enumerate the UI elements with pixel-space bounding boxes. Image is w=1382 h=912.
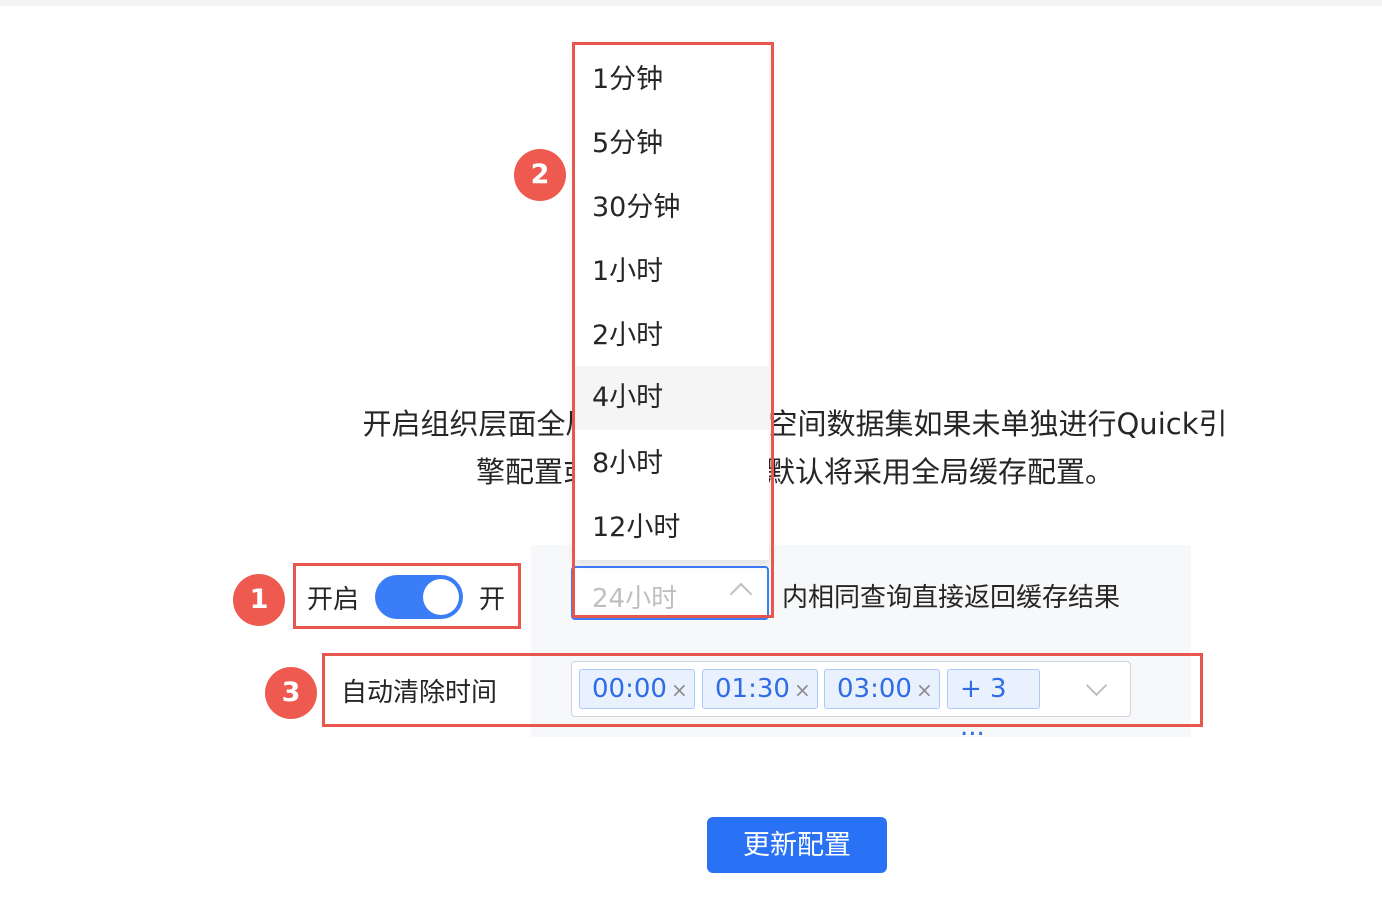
cache-duration-suffix: 内相同查询直接返回缓存结果 bbox=[782, 583, 1121, 613]
description-line-1: 开启组织层面全局缓存后，工作空间数据集如果未单独进行Quick引 bbox=[362, 407, 1228, 441]
cache-duration-value: 24小时 bbox=[592, 584, 678, 614]
time-tag-label: 01:30 bbox=[715, 674, 790, 704]
cache-duration-dropdown: 1分钟 5分钟 30分钟 1小时 2小时 4小时 8小时 12小时 bbox=[575, 45, 769, 560]
more-tags-counter[interactable]: + 3 ... bbox=[947, 669, 1040, 742]
dropdown-option-12h[interactable]: 12小时 bbox=[575, 496, 769, 560]
cache-switch-state: 开 bbox=[479, 584, 506, 615]
cache-toggle[interactable] bbox=[375, 575, 464, 619]
dropdown-option-4h[interactable]: 4小时 bbox=[575, 366, 769, 430]
dropdown-option-2h[interactable]: 2小时 bbox=[575, 304, 769, 368]
dropdown-option-8h[interactable]: 8小时 bbox=[575, 432, 769, 496]
update-config-button[interactable]: 更新配置 bbox=[707, 817, 887, 873]
dropdown-option-1min[interactable]: 1分钟 bbox=[575, 48, 769, 112]
cache-switch-label: 开启 bbox=[307, 584, 360, 615]
toggle-knob bbox=[423, 579, 460, 615]
annotation-badge-3: 3 bbox=[265, 667, 317, 719]
time-tag: 01:30 × bbox=[702, 669, 818, 709]
auto-clear-time-select[interactable]: 00:00 × 01:30 × 03:00 × + 3 ... bbox=[571, 661, 1131, 742]
time-tag: 00:00 × bbox=[579, 669, 695, 709]
close-icon[interactable]: × bbox=[671, 678, 688, 702]
cache-duration-select[interactable]: 24小时 bbox=[571, 566, 769, 620]
cache-switch-row: 开启 开 bbox=[307, 570, 505, 624]
annotation-badge-2: 2 bbox=[514, 149, 566, 201]
description: 开启组织层面全局缓存后，工作空间数据集如果未单独进行Quick引 擎配置或关闭缓… bbox=[300, 400, 1290, 496]
description-line-2: 擎配置或关闭缓存，将默认将采用全局缓存配置。 bbox=[475, 455, 1114, 489]
time-tag: 03:00 × bbox=[824, 669, 940, 709]
chevron-down-icon[interactable] bbox=[1085, 674, 1108, 697]
time-tag-label: 03:00 bbox=[837, 674, 912, 704]
close-icon[interactable]: × bbox=[794, 678, 811, 702]
annotation-badge-1: 1 bbox=[233, 574, 285, 626]
dropdown-option-1h[interactable]: 1小时 bbox=[575, 240, 769, 304]
dropdown-option-30min[interactable]: 30分钟 bbox=[575, 176, 769, 240]
close-icon[interactable]: × bbox=[916, 678, 933, 702]
auto-clear-label: 自动清除时间 bbox=[341, 678, 498, 708]
chevron-up-icon bbox=[729, 582, 753, 606]
dropdown-option-5min[interactable]: 5分钟 bbox=[575, 112, 769, 176]
top-bar bbox=[0, 0, 1382, 6]
time-tag-label: 00:00 bbox=[592, 674, 667, 704]
